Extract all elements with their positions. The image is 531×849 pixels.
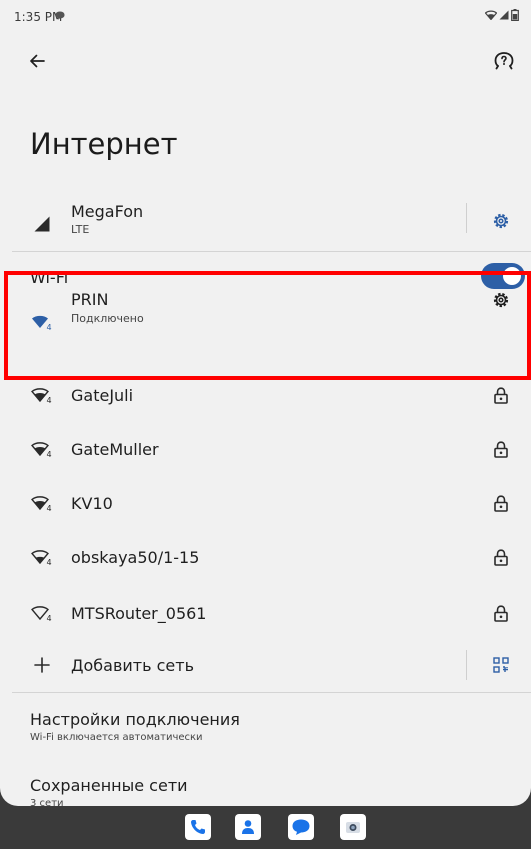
lock-icon [489,383,513,407]
qr-code-icon [493,657,509,673]
settings-screen: 1:35 PM Интернет MegaFon LTE Wi-Fi 4 PRI… [0,0,531,806]
mobile-settings-button[interactable] [489,209,513,233]
wifi-label: Wi-Fi [30,268,69,287]
network-settings-button[interactable] [489,288,513,312]
network-row-gatejuli[interactable]: 4 GateJuli [0,380,531,410]
message-notification-icon [55,11,65,20]
svg-text:4: 4 [47,450,52,458]
gear-icon [493,292,509,308]
connection-settings-subtitle: Wi-Fi включается автоматически [30,732,203,743]
connected-network-status: Подключено [71,312,144,325]
network-row-obskaya[interactable]: 4 obskaya50/1-15 [0,542,531,572]
network-row-mtsrouter[interactable]: 4 MTSRouter_0561 [0,598,531,628]
vertical-divider [466,650,467,680]
lock-icon [489,545,513,569]
wifi-signal-icon: 4 [28,308,56,336]
svg-text:4: 4 [47,396,52,404]
add-network-row[interactable]: Добавить сеть [0,650,531,680]
lock-icon [489,491,513,515]
plus-icon [28,651,56,679]
wifi-signal-icon: 4 [28,381,56,409]
help-icon [494,52,514,70]
network-row-gatemuller[interactable]: 4 GateMuller [0,434,531,464]
section-divider [12,251,531,252]
connected-network-name: PRIN [71,290,109,309]
wifi-status-icon [485,10,497,20]
network-name: obskaya50/1-15 [71,548,200,567]
wifi-signal-icon: 4 [28,435,56,463]
network-name: GateJuli [71,386,134,405]
mobile-network-type: LTE [71,223,90,236]
mobile-network-row[interactable]: MegaFon LTE [0,196,531,248]
svg-text:4: 4 [47,558,52,566]
battery-status-icon [511,9,519,21]
saved-networks-row[interactable]: Сохраненные сети 3 сети [0,772,531,806]
svg-text:4: 4 [47,504,52,512]
connected-network-row[interactable]: 4 PRIN Подключено [0,286,531,358]
add-network-label: Добавить сеть [71,656,195,675]
help-button[interactable] [489,46,519,76]
wifi-signal-icon: 4 [28,599,56,627]
network-name: MTSRouter_0561 [71,604,207,623]
back-button[interactable] [22,46,52,76]
vertical-divider [466,203,467,233]
gear-icon [493,213,509,229]
camera-app-icon[interactable] [340,814,366,840]
wifi-toggle-knob [503,267,521,285]
lock-icon [489,437,513,461]
svg-text:4: 4 [47,323,52,331]
wifi-signal-icon: 4 [28,489,56,517]
contacts-app-icon[interactable] [235,814,261,840]
page-title: Интернет [30,127,178,161]
connection-settings-row[interactable]: Настройки подключения Wi-Fi включается а… [0,706,531,750]
network-name: KV10 [71,494,113,513]
taskbar [0,806,531,849]
status-bar: 1:35 PM [0,0,531,30]
network-name: GateMuller [71,440,159,459]
cell-signal-icon [28,210,56,238]
saved-networks-subtitle: 3 сети [30,798,64,806]
network-row-kv10[interactable]: 4 KV10 [0,488,531,518]
qr-scan-button[interactable] [489,653,513,677]
phone-app-icon[interactable] [185,814,211,840]
svg-text:4: 4 [47,614,52,622]
status-icons [485,9,519,21]
section-divider [12,692,531,693]
connection-settings-title: Настройки подключения [30,710,240,729]
lock-icon [489,601,513,625]
cell-signal-status-icon [499,10,509,20]
saved-networks-title: Сохраненные сети [30,776,188,795]
wifi-signal-icon: 4 [28,543,56,571]
mobile-network-name: MegaFon [71,202,144,221]
messages-app-icon[interactable] [288,814,314,840]
arrow-back-icon [30,54,45,68]
